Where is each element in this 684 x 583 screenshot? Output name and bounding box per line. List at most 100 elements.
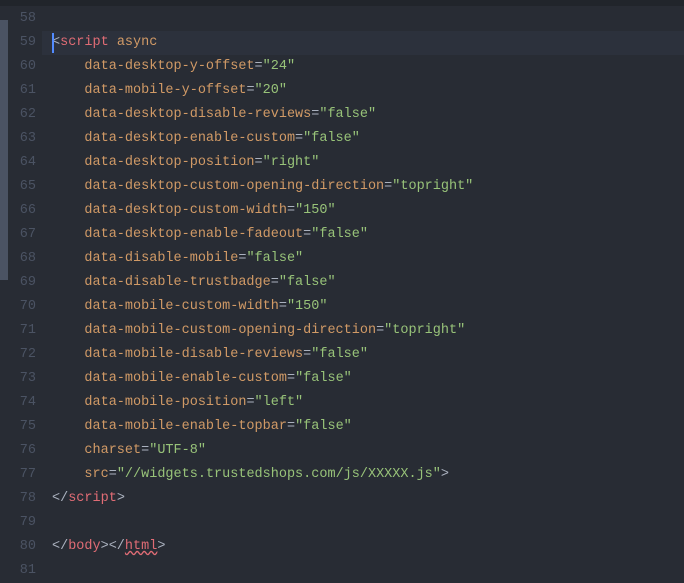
token-punc: [52, 467, 84, 482]
token-str: "false": [319, 107, 376, 122]
token-str: "UTF-8": [149, 443, 206, 458]
token-eq: =: [295, 131, 303, 146]
line-number: 59: [8, 31, 36, 55]
token-punc: [52, 419, 84, 434]
token-eq: =: [271, 275, 279, 290]
line-number: 74: [8, 391, 36, 415]
code-line[interactable]: data-mobile-custom-width="150": [42, 295, 684, 319]
line-number: 68: [8, 247, 36, 271]
code-line[interactable]: data-mobile-position="left": [42, 391, 684, 415]
token-str: "150": [287, 299, 328, 314]
token-str: "24": [263, 59, 295, 74]
code-line[interactable]: data-mobile-enable-custom="false": [42, 367, 684, 391]
line-number: 72: [8, 343, 36, 367]
token-str: "false": [311, 227, 368, 242]
scrollbar-thumb[interactable]: [0, 20, 8, 280]
token-punc: [52, 179, 84, 194]
code-line[interactable]: data-desktop-y-offset="24": [42, 55, 684, 79]
code-line[interactable]: [42, 7, 684, 31]
line-number: 64: [8, 151, 36, 175]
line-number-gutter[interactable]: 5859606162636465666768697071727374757677…: [8, 0, 42, 563]
code-line[interactable]: data-desktop-custom-width="150": [42, 199, 684, 223]
token-eq: =: [376, 323, 384, 338]
code-line[interactable]: data-mobile-enable-topbar="false": [42, 415, 684, 439]
line-number: 58: [8, 7, 36, 31]
token-brk: </: [52, 539, 68, 554]
token-punc: [109, 35, 117, 50]
token-attr: async: [117, 35, 158, 50]
token-punc: [52, 371, 84, 386]
code-line[interactable]: data-disable-trustbadge="false": [42, 271, 684, 295]
token-str: "topright": [384, 323, 465, 338]
token-punc: [52, 203, 84, 218]
token-str: "20": [255, 83, 287, 98]
code-line[interactable]: data-mobile-disable-reviews="false": [42, 343, 684, 367]
token-eq: =: [287, 203, 295, 218]
token-eq: =: [287, 371, 295, 386]
code-line[interactable]: charset="UTF-8": [42, 439, 684, 463]
token-eq: =: [279, 299, 287, 314]
token-eq: =: [255, 155, 263, 170]
code-line[interactable]: </body></html>: [42, 535, 684, 559]
token-brk: </: [52, 491, 68, 506]
code-line[interactable]: data-desktop-custom-opening-direction="t…: [42, 175, 684, 199]
code-line[interactable]: </script>: [42, 487, 684, 511]
token-attr: data-desktop-enable-fadeout: [84, 227, 303, 242]
line-number: 61: [8, 79, 36, 103]
token-str: "false": [311, 347, 368, 362]
token-attr: data-disable-mobile: [84, 251, 238, 266]
token-brk: ></: [101, 539, 125, 554]
code-line[interactable]: data-desktop-enable-custom="false": [42, 127, 684, 151]
token-punc: [52, 83, 84, 98]
token-punc: [52, 155, 84, 170]
code-line[interactable]: [42, 511, 684, 535]
token-eq: =: [246, 83, 254, 98]
code-line[interactable]: data-disable-mobile="false": [42, 247, 684, 271]
token-str: "false": [279, 275, 336, 290]
token-attr: data-mobile-enable-topbar: [84, 419, 287, 434]
token-attr: data-desktop-position: [84, 155, 254, 170]
token-attr: data-desktop-y-offset: [84, 59, 254, 74]
token-attr: charset: [84, 443, 141, 458]
token-str: "right": [263, 155, 320, 170]
token-str: "false": [303, 131, 360, 146]
text-cursor: [52, 33, 54, 53]
code-line[interactable]: <script async: [42, 31, 684, 55]
token-punc: [52, 59, 84, 74]
line-number: 66: [8, 199, 36, 223]
token-punc: [52, 107, 84, 122]
token-punc: [52, 251, 84, 266]
token-str: "topright": [392, 179, 473, 194]
token-str: "left": [255, 395, 304, 410]
vertical-scrollbar[interactable]: [0, 0, 8, 563]
token-tag: script: [68, 491, 117, 506]
line-number: 80: [8, 535, 36, 559]
token-attr: data-mobile-custom-opening-direction: [84, 323, 376, 338]
code-area[interactable]: <script async data-desktop-y-offset="24"…: [42, 0, 684, 563]
line-number: 76: [8, 439, 36, 463]
token-punc: [52, 347, 84, 362]
code-line[interactable]: data-desktop-position="right": [42, 151, 684, 175]
token-punc: [52, 275, 84, 290]
code-editor[interactable]: 5859606162636465666768697071727374757677…: [0, 0, 684, 563]
token-punc: [52, 395, 84, 410]
token-attr: data-disable-trustbadge: [84, 275, 270, 290]
line-number: 79: [8, 511, 36, 535]
code-line[interactable]: data-desktop-disable-reviews="false": [42, 103, 684, 127]
token-attr: data-mobile-position: [84, 395, 246, 410]
line-number: 60: [8, 55, 36, 79]
token-punc: [52, 227, 84, 242]
token-eq: =: [246, 395, 254, 410]
line-number: 63: [8, 127, 36, 151]
code-line[interactable]: src="//widgets.trustedshops.com/js/XXXXX…: [42, 463, 684, 487]
token-punc: [52, 443, 84, 458]
line-number: 71: [8, 319, 36, 343]
token-punc: [52, 323, 84, 338]
token-attr: data-desktop-custom-opening-direction: [84, 179, 384, 194]
line-number: 75: [8, 415, 36, 439]
token-attr: data-mobile-enable-custom: [84, 371, 287, 386]
code-line[interactable]: data-mobile-custom-opening-direction="to…: [42, 319, 684, 343]
code-line[interactable]: data-desktop-enable-fadeout="false": [42, 223, 684, 247]
token-attr: data-desktop-custom-width: [84, 203, 287, 218]
code-line[interactable]: data-mobile-y-offset="20": [42, 79, 684, 103]
